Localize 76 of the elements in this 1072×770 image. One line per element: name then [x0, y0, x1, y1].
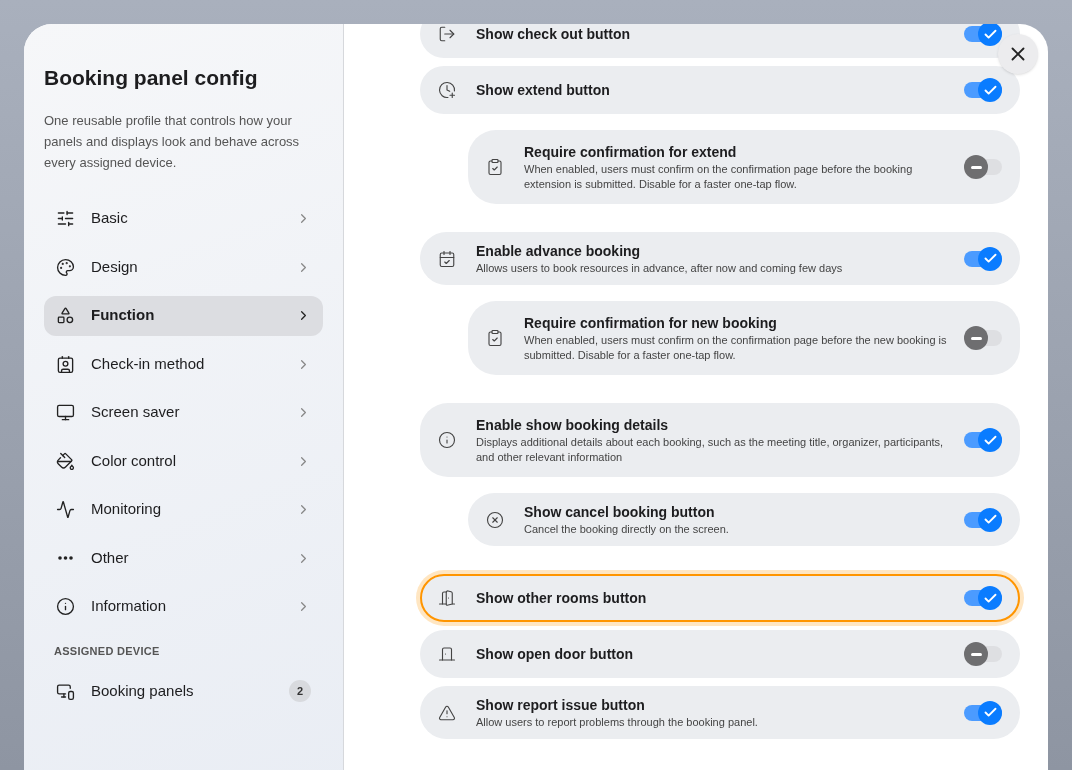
- toggle-switch[interactable]: [964, 428, 1002, 452]
- panel-title: Booking panel config: [44, 65, 259, 91]
- paint-bucket-icon: [56, 451, 75, 471]
- nav-label: Basic: [91, 208, 129, 229]
- clock-plus-icon: [438, 81, 456, 99]
- checklist-icon: [486, 158, 504, 176]
- check-icon: [982, 705, 998, 720]
- toggle-switch[interactable]: [964, 507, 1002, 532]
- setting-title: Require confirmation for new booking: [524, 314, 778, 333]
- setting-description: Allows users to book resources in advance, after now and coming few days: [476, 261, 844, 276]
- setting-title: Show open door button: [476, 645, 635, 664]
- id-card-icon: [56, 354, 75, 374]
- setting-description: Allow users to report problems through the booking panel.: [476, 715, 759, 730]
- warning-icon: [438, 703, 456, 722]
- section-label: ASSIGNED DEVICE: [54, 643, 161, 659]
- nav-item[interactable]: Information: [44, 586, 323, 627]
- setting-title: Enable show booking details: [476, 416, 670, 435]
- minus-icon: [970, 165, 982, 169]
- door-icon: [438, 645, 456, 663]
- setting-title: Show other rooms button: [476, 589, 648, 608]
- nav-label: Design: [91, 256, 139, 277]
- door-icon: [438, 589, 456, 607]
- nav-label: Other: [91, 547, 130, 568]
- nav-label: Booking panels: [91, 680, 195, 701]
- devices-icon: [56, 681, 75, 701]
- setting-title: Show extend button: [476, 81, 611, 100]
- toggle-switch[interactable]: [964, 700, 1002, 725]
- setting-title: Require confirmation for extend: [524, 143, 738, 162]
- nav-item[interactable]: Design: [44, 247, 323, 287]
- toggle-switch[interactable]: [964, 642, 1002, 666]
- setting-title: Show check out button: [476, 25, 631, 44]
- setting-description: When enabled, users must confirm on the confirmation page before the new booking is submitted. Disable for a faster one-tap flow.: [524, 333, 948, 363]
- calendar-check-icon: [438, 249, 456, 268]
- palette-icon: [56, 257, 75, 277]
- minus-icon: [970, 336, 982, 340]
- nav-label: Screen saver: [91, 402, 181, 423]
- monitor-icon: [56, 403, 75, 422]
- setting-description: Cancel the booking directly on the screen.: [524, 522, 730, 537]
- setting-title: Enable advance booking: [476, 242, 642, 261]
- toggle-switch[interactable]: [964, 246, 1002, 271]
- toggle-switch[interactable]: [964, 24, 1002, 46]
- nav-item[interactable]: Check-in method: [44, 344, 323, 384]
- setting-description: Displays additional details about each booking, such as the meeting title, organizer, participants, and other relevant information: [476, 435, 945, 465]
- pulse-icon: [56, 500, 75, 519]
- info-icon: [56, 597, 75, 616]
- setting-title: Show cancel booking button: [524, 503, 716, 522]
- ellipsis-icon: [58, 556, 73, 560]
- nav-item[interactable]: Booking panels 2: [44, 671, 323, 711]
- setting-title: Show report issue button: [476, 696, 646, 715]
- nav-label: Monitoring: [91, 499, 163, 520]
- nav-item[interactable]: Basic: [44, 198, 323, 239]
- setting-description: When enabled, users must confirm on the confirmation page before the booking extension is submitted. Disable for a faster one-tap flow.: [524, 162, 914, 192]
- nav-label: Color control: [91, 450, 178, 471]
- shapes-icon: [56, 306, 75, 325]
- nav-item[interactable]: Function: [44, 295, 323, 336]
- sliders-icon: [56, 209, 75, 228]
- circle-x-icon: [486, 510, 504, 529]
- nav-item[interactable]: Screen saver: [44, 392, 323, 433]
- toggle-switch[interactable]: [964, 586, 1002, 610]
- nav-label: Check-in method: [91, 353, 206, 374]
- info-icon: [438, 431, 456, 449]
- toggle-switch[interactable]: [964, 326, 1002, 350]
- nav-label: Information: [91, 596, 168, 617]
- exit-icon: [438, 25, 456, 43]
- checklist-icon: [486, 329, 504, 347]
- minus-icon: [970, 652, 982, 656]
- nav-label: Function: [91, 305, 156, 326]
- count-badge: 2: [289, 680, 311, 702]
- check-icon: [982, 512, 998, 527]
- nav-item[interactable]: Color control: [44, 441, 323, 481]
- nav-item[interactable]: Other: [44, 538, 323, 578]
- toggle-switch[interactable]: [964, 155, 1002, 179]
- toggle-switch[interactable]: [964, 78, 1002, 102]
- nav-item[interactable]: Monitoring: [44, 489, 323, 530]
- panel-description: One reusable profile that controls how your panels and displays look and behave across every assigned device.: [44, 111, 301, 172]
- check-icon: [982, 251, 998, 266]
